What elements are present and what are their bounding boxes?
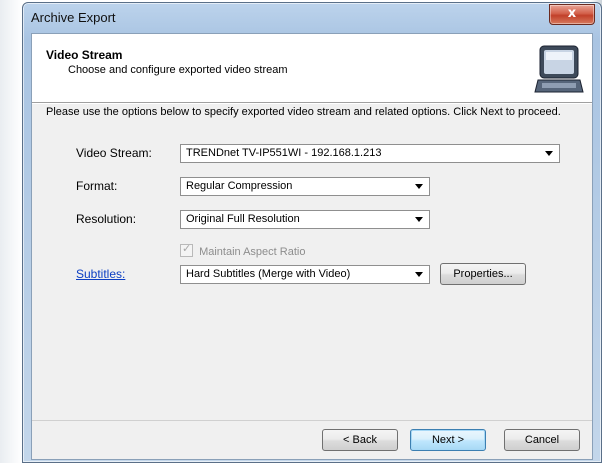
video-stream-label: Video Stream: xyxy=(76,146,152,160)
close-button[interactable]: x xyxy=(549,4,595,25)
subtitles-link[interactable]: Subtitles: xyxy=(76,267,125,281)
video-stream-label-text: Video Stream: xyxy=(76,146,152,160)
resolution-value: Original Full Resolution xyxy=(186,213,300,225)
intro-text: Please use the options below to specify … xyxy=(46,106,561,118)
subtitles-select[interactable]: Hard Subtitles (Merge with Video) xyxy=(180,265,430,284)
subtitles-label-text: Subtitles: xyxy=(76,267,126,281)
subtitles-value: Hard Subtitles (Merge with Video) xyxy=(186,268,351,280)
chevron-down-icon xyxy=(415,217,423,222)
cancel-button[interactable]: Cancel xyxy=(504,429,580,451)
wizard-header: Video Stream Choose and configure export… xyxy=(32,34,592,103)
video-stream-value: TRENDnet TV-IP551WI - 192.168.1.213 xyxy=(186,147,382,159)
dialog-client-area: Video Stream Choose and configure export… xyxy=(31,33,593,460)
properties-button[interactable]: Properties... xyxy=(440,263,526,285)
page-title: Video Stream xyxy=(46,48,123,62)
format-value: Regular Compression xyxy=(186,180,293,192)
archive-export-window: Archive Export x Video Stream Choose and… xyxy=(22,2,602,463)
footer-divider xyxy=(32,420,592,421)
chevron-down-icon xyxy=(415,272,423,277)
header-divider xyxy=(32,103,592,104)
video-stream-select[interactable]: TRENDnet TV-IP551WI - 192.168.1.213 xyxy=(180,144,560,163)
maintain-aspect-ratio-checkbox: ✓ xyxy=(180,242,193,257)
chevron-down-icon xyxy=(415,184,423,189)
chevron-down-icon xyxy=(545,151,553,156)
resolution-label-text: Resolution: xyxy=(76,212,137,226)
format-label: Format: xyxy=(76,179,117,193)
maintain-aspect-ratio-label: Maintain Aspect Ratio xyxy=(199,246,306,258)
checkmark-icon: ✓ xyxy=(182,242,192,255)
title-bar[interactable]: Archive Export x xyxy=(23,3,601,33)
maintain-aspect-ratio-option: ✓ Maintain Aspect Ratio xyxy=(180,242,306,258)
format-select[interactable]: Regular Compression xyxy=(180,177,430,196)
next-button[interactable]: Next > xyxy=(410,429,486,451)
resolution-label: Resolution: xyxy=(76,212,136,226)
computer-monitor-icon xyxy=(534,45,584,93)
back-button[interactable]: < Back xyxy=(322,429,398,451)
format-label-text: Format: xyxy=(76,179,118,193)
window-title: Archive Export xyxy=(31,10,116,25)
resolution-select[interactable]: Original Full Resolution xyxy=(180,210,430,229)
page-subtitle: Choose and configure exported video stre… xyxy=(68,64,288,76)
